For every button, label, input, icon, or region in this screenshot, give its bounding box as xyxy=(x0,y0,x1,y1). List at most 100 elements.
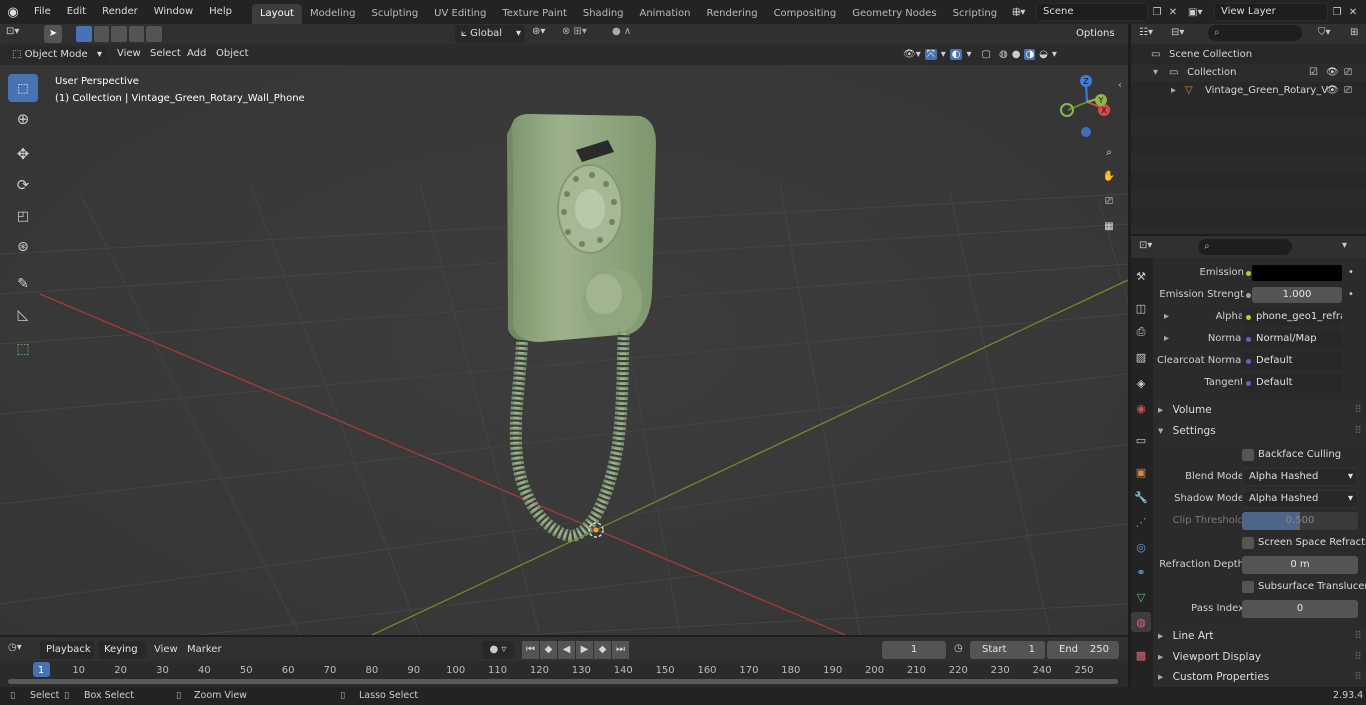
move-tool[interactable]: ✥ xyxy=(8,140,38,168)
alpha-link-field[interactable]: phone_geo1_refracti... xyxy=(1242,308,1342,326)
exclude-checkbox-icon[interactable]: ☑ xyxy=(1309,64,1318,82)
properties-editor-type-icon[interactable]: ⊡▾ xyxy=(1139,240,1152,251)
start-frame-field[interactable]: Start 1 xyxy=(970,641,1045,659)
tab-animation[interactable]: Animation xyxy=(632,4,699,24)
menu-edit[interactable]: Edit xyxy=(59,0,94,24)
outliner-row-scene-collection[interactable]: ▭ Scene Collection xyxy=(1131,46,1366,64)
section-line-art[interactable]: ▸ Line Art ⠿ xyxy=(1154,626,1366,646)
cursor-tool[interactable]: ⊕ xyxy=(8,105,38,133)
timeline-scrollbar[interactable] xyxy=(8,679,1118,684)
viewport-menu-view[interactable]: View xyxy=(117,48,141,59)
visibility-eye-icon[interactable]: 👁 xyxy=(1326,64,1339,82)
rotate-tool[interactable]: ⟳ xyxy=(8,171,38,199)
gizmo-toggle-icon[interactable]: ⤧ xyxy=(924,49,937,60)
scene-selector[interactable]: ⊞▾ Scene ❐ ✕ xyxy=(1012,3,1182,21)
tab-shading[interactable]: Shading xyxy=(575,4,632,24)
options-button[interactable]: Options xyxy=(1070,25,1124,43)
snap-icon[interactable]: ⊗ ⊞▾ xyxy=(562,26,606,42)
tab-texture[interactable]: ▩ xyxy=(1131,645,1151,665)
playback-menu[interactable]: Playback ▾ xyxy=(40,641,94,673)
xray-toggle-icon[interactable]: ▢ xyxy=(982,49,991,60)
pan-hand-icon[interactable]: ✋ xyxy=(1099,167,1119,187)
properties-search-input[interactable]: ⌕ xyxy=(1198,239,1292,255)
annotate-tool[interactable]: ✎ xyxy=(8,270,38,298)
wireframe-shading-icon[interactable]: ◍ xyxy=(999,49,1008,60)
intersect-selection-icon[interactable] xyxy=(146,26,162,42)
tab-collection[interactable]: ▭ xyxy=(1131,430,1151,450)
tab-geometry-nodes[interactable]: Geometry Nodes xyxy=(844,4,944,24)
normal-link-field[interactable]: Normal/Map xyxy=(1242,330,1342,348)
blend-mode-dropdown[interactable]: Alpha Hashed ▾ xyxy=(1242,468,1358,486)
drag-handle-icon[interactable]: ⠿ xyxy=(1354,421,1362,441)
transform-tool[interactable]: ⊛ xyxy=(8,233,38,261)
tab-uv-editing[interactable]: UV Editing xyxy=(426,4,494,24)
playback-controls[interactable]: ⏮ ◆ ◀ ▶ ◆ ⏭ xyxy=(522,641,630,659)
close-scene-icon[interactable]: ✕ xyxy=(1166,7,1180,18)
view-layer-field[interactable]: View Layer xyxy=(1214,3,1328,21)
expand-arrow-icon[interactable]: ▾ xyxy=(1153,64,1158,82)
view-layer-selector[interactable]: ▣▾ View Layer ❐ ✕ xyxy=(1188,3,1366,21)
selection-mode-icons[interactable] xyxy=(76,26,162,42)
tab-output[interactable]: ⎙ xyxy=(1131,322,1151,342)
expand-arrow-icon[interactable]: ▸ xyxy=(1171,82,1176,100)
tab-rendering[interactable]: Rendering xyxy=(698,4,765,24)
viewport-menu-add[interactable]: Add xyxy=(187,48,206,59)
tab-physics[interactable]: ◎ xyxy=(1131,537,1151,557)
play-reverse-icon[interactable]: ◀ xyxy=(558,641,575,659)
tab-scene[interactable]: ◈ xyxy=(1131,373,1151,393)
editor-type-icon[interactable]: ⊡▾ xyxy=(6,26,34,42)
solid-shading-icon[interactable]: ● xyxy=(1012,49,1021,60)
use-preview-range-icon[interactable]: ◷ xyxy=(954,643,963,654)
jump-keyframe-forward-icon[interactable]: ◆ xyxy=(594,641,611,659)
object-mode-dropdown[interactable]: ⬚ Object Mode ▾ xyxy=(8,46,106,63)
chevron-down-icon[interactable]: ▾ xyxy=(941,49,946,60)
play-icon[interactable]: ▶ xyxy=(576,641,593,659)
new-collection-icon[interactable]: ⊞ xyxy=(1350,27,1358,38)
menu-help[interactable]: Help xyxy=(201,0,240,24)
tab-layout[interactable]: Layout xyxy=(251,4,302,24)
outliner-editor-type-icon[interactable]: ☷▾ xyxy=(1139,27,1153,38)
render-camera-icon[interactable]: ⎚ xyxy=(1344,82,1352,100)
tab-tool[interactable]: ⚒ xyxy=(1131,266,1151,286)
keyframe-dot-icon[interactable]: • xyxy=(1348,285,1354,305)
subtract-selection-icon[interactable] xyxy=(111,26,127,42)
transform-orientation-dropdown[interactable]: ⟀ Global ▾ xyxy=(455,25,525,43)
section-viewport-display[interactable]: ▸ Viewport Display ⠿ xyxy=(1154,647,1366,667)
tab-compositing[interactable]: Compositing xyxy=(766,4,845,24)
section-settings[interactable]: ▾ Settings ⠿ xyxy=(1154,421,1366,441)
copy-scene-icon[interactable]: ❐ xyxy=(1148,7,1166,18)
tangent-field[interactable]: Default xyxy=(1242,374,1342,392)
menu-file[interactable]: File xyxy=(26,0,59,24)
pivot-point-icon[interactable]: ⊛▾ xyxy=(532,26,558,42)
overlay-toggle-icon[interactable]: ◐ xyxy=(949,49,963,60)
sidebar-toggle-icon[interactable]: ‹ xyxy=(1118,80,1122,91)
clip-threshold-slider[interactable]: 0.500 xyxy=(1242,512,1358,530)
viewport-shading-controls[interactable]: 👁▾ ⤧ ▾ ◐ ▾ ▢ ◍ ● ◑ ◒ ▾ xyxy=(903,46,1123,63)
drag-handle-icon[interactable]: ⠿ xyxy=(1354,626,1362,646)
select-tool-icon[interactable]: ➤ xyxy=(44,25,62,43)
tab-view-layer[interactable]: ▨ xyxy=(1131,347,1151,367)
timeline-editor-type-icon[interactable]: ◷▾ xyxy=(8,642,22,653)
timeline-menu-marker[interactable]: Marker xyxy=(187,644,222,655)
drag-handle-icon[interactable]: ⠿ xyxy=(1354,647,1362,667)
proportional-editing-icon[interactable]: ● ∧ xyxy=(612,26,652,42)
blender-logo-icon[interactable]: ◉ xyxy=(0,5,26,20)
camera-view-icon[interactable]: ⎚ xyxy=(1099,192,1119,212)
zoom-icon[interactable]: ⌕ xyxy=(1099,143,1119,163)
navigation-gizmo[interactable]: Z X Y xyxy=(1055,72,1119,142)
auto-keying-toggle-icon[interactable]: ● ▿ xyxy=(482,641,514,659)
display-mode-icon[interactable]: ⊟▾ xyxy=(1171,27,1184,38)
outliner-row-collection[interactable]: ▾ ▭ Collection ☑ 👁 ⎚ xyxy=(1131,64,1366,82)
tab-render[interactable]: ◫ xyxy=(1131,298,1151,318)
viewport-menu-select[interactable]: Select xyxy=(150,48,181,59)
chevron-down-icon[interactable]: ▾ xyxy=(966,49,971,60)
tab-sculpting[interactable]: Sculpting xyxy=(363,4,426,24)
drag-handle-icon[interactable]: ⠿ xyxy=(1354,400,1362,420)
screen-space-refraction-checkbox[interactable] xyxy=(1242,537,1254,549)
menu-render[interactable]: Render xyxy=(94,0,146,24)
render-camera-icon[interactable]: ⎚ xyxy=(1344,64,1352,82)
menu-window[interactable]: Window xyxy=(146,0,201,24)
pass-index-field[interactable]: 0 xyxy=(1242,600,1358,618)
expand-arrow-icon[interactable]: ▸ xyxy=(1164,329,1169,349)
jump-end-icon[interactable]: ⏭ xyxy=(612,641,629,659)
